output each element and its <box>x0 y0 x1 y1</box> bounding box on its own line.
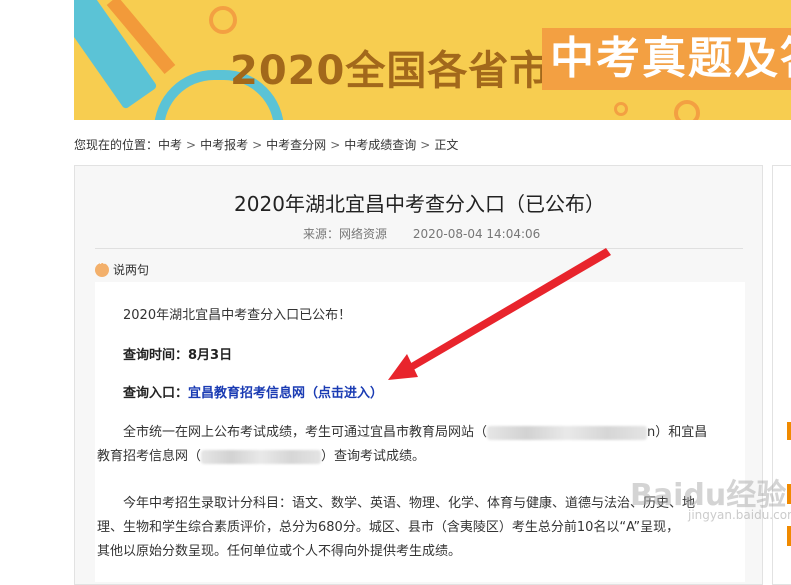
ring-decoration-2 <box>674 100 700 120</box>
query-entry: 查询入口：宜昌教育招考信息网（点击进入） <box>123 382 383 401</box>
comment-button[interactable]: 说两句 <box>95 259 150 278</box>
breadcrumb-item-current: 正文 <box>434 138 459 152</box>
breadcrumb-prefix: 您现在的位置： <box>74 138 159 152</box>
paragraph-1-text-b: n）和宜昌 <box>647 425 708 440</box>
breadcrumb: 您现在的位置：中考 > 中考报考 > 中考查分网 > 中考成绩查询 > 正文 <box>74 136 458 153</box>
side-accent-2 <box>787 484 791 504</box>
speech-bubble-icon <box>95 259 109 277</box>
paragraph-1-line-1: 全市统一在网上公布考试成绩，考生可通过宜昌市教育局网站（ n）和宜昌 <box>123 421 707 440</box>
breadcrumb-separator: > <box>186 138 197 152</box>
breadcrumb-item-chengji[interactable]: 中考成绩查询 <box>344 138 416 152</box>
breadcrumb-item-baokao[interactable]: 中考报考 <box>200 138 248 152</box>
breadcrumb-item-zhongkao[interactable]: 中考 <box>158 138 182 152</box>
query-time: 查询时间：8月3日 <box>123 348 233 363</box>
dot-decoration <box>614 102 628 116</box>
article-card: 2020年湖北宜昌中考查分入口（已公布） 来源：网络资源 2020-08-04 … <box>74 165 763 585</box>
banner-title: 2020全国各省市 <box>230 48 551 94</box>
blurred-url <box>487 425 648 440</box>
side-panel <box>772 165 791 585</box>
paragraph-2-line-3: 其他以原始分数呈现。任何单位或个人不得向外提供考生成绩。 <box>97 544 462 559</box>
breadcrumb-separator: > <box>252 138 263 152</box>
paragraph-1-text-d: ）查询考试成绩。 <box>321 449 426 464</box>
query-entry-label: 查询入口： <box>123 386 189 401</box>
divider <box>95 248 743 249</box>
side-accent <box>787 422 791 440</box>
query-entry-link[interactable]: 宜昌教育招考信息网（点击进入） <box>188 386 383 401</box>
paragraph-1-line-2: 教育招考信息网（ ）查询考试成绩。 <box>97 445 425 464</box>
article-title: 2020年湖北宜昌中考查分入口（已公布） <box>234 192 605 216</box>
article-meta: 来源：网络资源 2020-08-04 14:04:06 <box>303 225 540 242</box>
paragraph-2-line-2: 理、生物和学生综合素质评价，总分为680分。城区、县市（含夷陵区）考生总分前10… <box>97 520 680 535</box>
article-body: 2020年湖北宜昌中考查分入口已公布！ 查询时间：8月3日 查询入口：宜昌教育招… <box>95 282 745 582</box>
promo-banner[interactable]: 2020全国各省市 中考真题及答 <box>74 0 791 120</box>
article-date: 2020-08-04 14:04:06 <box>412 227 541 241</box>
ring-decoration <box>209 6 237 34</box>
banner-title-highlight: 中考真题及答 <box>542 28 791 90</box>
paragraph-1-text-c: 教育招考信息网（ <box>97 449 202 464</box>
breadcrumb-separator: > <box>420 138 431 152</box>
paragraph-1-text-a: 全市统一在网上公布考试成绩，考生可通过宜昌市教育局网站（ <box>123 425 488 440</box>
side-accent-3 <box>787 526 791 546</box>
baidu-watermark-url: jingyan.baidu.com <box>688 508 791 522</box>
paragraph-2-line-1: 今年中考招生录取计分科目：语文、数学、英语、物理、化学、体育与健康、道德与法治、… <box>123 496 696 511</box>
breadcrumb-item-chafen[interactable]: 中考查分网 <box>266 138 326 152</box>
breadcrumb-separator: > <box>330 138 341 152</box>
article-source: 来源：网络资源 <box>303 227 388 241</box>
blurred-url-2 <box>201 449 322 464</box>
intro-text: 2020年湖北宜昌中考查分入口已公布！ <box>123 308 352 323</box>
comment-label: 说两句 <box>113 263 150 277</box>
